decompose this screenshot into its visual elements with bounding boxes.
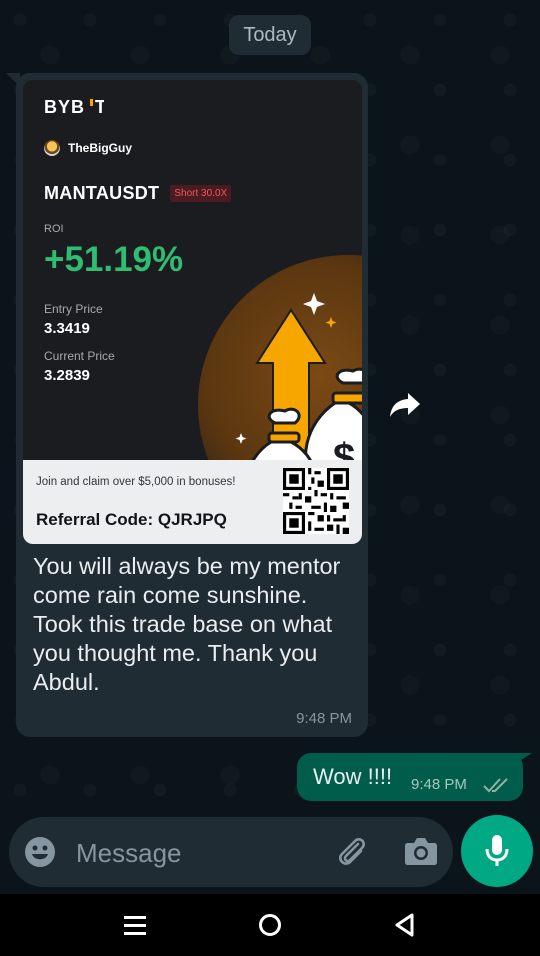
pnl-card-top: BYB T TheBigGuy MANTAUSDT Short 30.0X RO… [23, 80, 362, 544]
back-icon[interactable] [394, 913, 416, 937]
date-chip: Today [229, 15, 311, 55]
recent-apps-icon[interactable] [124, 914, 146, 936]
paperclip-icon[interactable] [334, 834, 370, 870]
trading-pair: MANTAUSDT [44, 183, 160, 203]
pair-row: MANTAUSDT Short 30.0X [44, 183, 232, 204]
user-row: TheBigGuy [44, 140, 132, 156]
home-icon[interactable] [258, 913, 282, 937]
microphone-icon [485, 835, 509, 866]
bybit-logo: BYB T [44, 96, 106, 122]
forward-button[interactable] [385, 385, 425, 425]
money-bags-illustration: $ $ [235, 293, 362, 460]
current-price-value: 3.2839 [44, 367, 90, 384]
outgoing-message-text: Wow !!!! [313, 764, 393, 789]
svg-text:BYB: BYB [44, 97, 85, 116]
message-input[interactable] [74, 833, 318, 873]
forward-icon [390, 393, 420, 417]
position-badge: Short 30.0X [170, 185, 232, 202]
voice-record-button[interactable] [461, 815, 533, 887]
roi-label: ROI [44, 223, 64, 235]
entry-price-label: Entry Price [44, 302, 103, 316]
entry-price-value: 3.3419 [44, 320, 90, 337]
referral-section: Join and claim over $5,000 in bonuses! R… [23, 460, 362, 544]
read-ticks-icon [483, 778, 508, 793]
incoming-message-text: You will always be my mentor come rain c… [33, 553, 341, 695]
outgoing-message-time: 9:48 PM [411, 776, 467, 793]
qr-code [283, 468, 349, 534]
referral-code: Referral Code: QJRJPQ [36, 510, 227, 529]
username: TheBigGuy [68, 141, 133, 155]
camera-icon[interactable] [404, 836, 438, 866]
incoming-message-time: 9:48 PM [296, 710, 352, 727]
bybit-logo-mark: BYB T [44, 97, 106, 117]
svg-text:$: $ [333, 436, 355, 460]
date-chip-label: Today [243, 23, 297, 46]
avatar [44, 140, 60, 156]
svg-text:T: T [95, 97, 104, 116]
current-price-label: Current Price [44, 349, 115, 363]
roi-value: +51.19% [44, 240, 184, 279]
promo-text: Join and claim over $5,000 in bonuses! [36, 476, 236, 488]
emoji-icon[interactable] [24, 836, 56, 868]
shared-image-card[interactable]: BYB T TheBigGuy MANTAUSDT Short 30.0X RO… [23, 80, 362, 544]
